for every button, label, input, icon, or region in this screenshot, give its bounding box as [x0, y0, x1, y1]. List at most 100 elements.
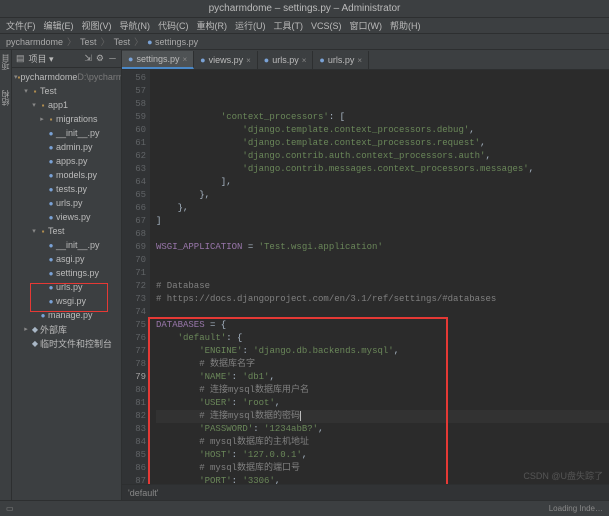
tree-row[interactable]: ● urls.py	[12, 196, 121, 210]
hide-icon[interactable]: －	[108, 52, 117, 65]
code-line[interactable]: # https://docs.djangoproject.com/en/3.1/…	[156, 293, 609, 306]
dir-icon: ▪	[46, 115, 56, 124]
close-icon[interactable]: ×	[246, 56, 251, 65]
tree-twisty-icon[interactable]: ▸	[22, 325, 30, 333]
breadcrumb-file[interactable]: ● settings.py	[147, 37, 198, 47]
py-icon: ●	[46, 241, 56, 250]
tree-row[interactable]: ● wsgi.py	[12, 294, 121, 308]
sidebar-title: 项目 ▾	[29, 52, 54, 65]
menu-bar: 文件(F) 编辑(E) 视图(V) 导航(N)代码(C) 重构(R)运行(U) 工具(T)…	[0, 18, 609, 34]
tree-row[interactable]: ▸◆ 外部库	[12, 322, 121, 336]
line-number: 76	[122, 332, 146, 345]
code-line[interactable]: },	[156, 202, 609, 215]
close-icon[interactable]: ×	[357, 56, 362, 65]
code-line[interactable]: WSGI_APPLICATION = 'Test.wsgi.applicatio…	[156, 241, 609, 254]
close-icon[interactable]: ×	[302, 56, 307, 65]
sidebar-header[interactable]: ▤ 项目 ▾ ⇲ ⚙ －	[12, 50, 121, 68]
menu-item[interactable]: 编辑(E)	[42, 19, 76, 32]
code-line[interactable]: 'django.contrib.auth.context_processors.…	[156, 150, 609, 163]
tree-row[interactable]: ▸▪ migrations	[12, 112, 121, 126]
line-number: 80	[122, 384, 146, 397]
tree-row[interactable]: ● tests.py	[12, 182, 121, 196]
tree-row[interactable]: ◆ 临时文件和控制台	[12, 336, 121, 350]
line-number: 82	[122, 410, 146, 423]
py-icon: ●	[46, 143, 56, 152]
code-line[interactable]: 'django.template.context_processors.debu…	[156, 124, 609, 137]
tree-label: settings.py	[56, 268, 99, 278]
breadcrumb-part[interactable]: Test	[80, 37, 97, 47]
menu-item[interactable]: 文件(F)	[4, 19, 38, 32]
code-line[interactable]: ]	[156, 215, 609, 228]
close-icon[interactable]: ×	[182, 55, 187, 64]
code-line[interactable]: DATABASES = {	[156, 319, 609, 332]
menu-item[interactable]: 重构(R)	[195, 19, 230, 32]
code-line[interactable]: 'USER': 'root',	[156, 397, 609, 410]
menu-item[interactable]: 帮助(H)	[388, 19, 423, 32]
tree-twisty-icon[interactable]: ▾	[22, 87, 30, 95]
tool-tab[interactable]: 项目	[0, 54, 11, 70]
breadcrumb-part[interactable]: Test	[114, 37, 131, 47]
project-sidebar: ▤ 项目 ▾ ⇲ ⚙ － ▾▪ pycharmdome D:\pycharmdo…	[12, 50, 122, 500]
code-line[interactable]: 'default': {	[156, 332, 609, 345]
tree-row[interactable]: ▾▪ pycharmdome D:\pycharmdome	[12, 70, 121, 84]
editor-tab[interactable]: ●views.py×	[194, 51, 258, 69]
tree-label: 外部库	[40, 323, 67, 336]
code-line[interactable]	[156, 306, 609, 319]
tree-row[interactable]: ● __init__.py	[12, 238, 121, 252]
tree-row[interactable]: ● settings.py	[12, 266, 121, 280]
tree-row[interactable]: ● apps.py	[12, 154, 121, 168]
code-line[interactable]: 'HOST': '127.0.0.1',	[156, 449, 609, 462]
code-line[interactable]	[156, 267, 609, 280]
code-editor[interactable]: 5657585960616263646566676869707172737475…	[122, 70, 609, 484]
tree-twisty-icon[interactable]: ▸	[38, 115, 46, 123]
tree-row[interactable]: ● models.py	[12, 168, 121, 182]
menu-item[interactable]: 窗口(W)	[348, 19, 385, 32]
code-line[interactable]	[156, 228, 609, 241]
line-number: 79	[122, 371, 146, 384]
tree-row[interactable]: ● views.py	[12, 210, 121, 224]
menu-item[interactable]: 工具(T)	[272, 19, 306, 32]
code-line[interactable]: 'django.contrib.messages.context_process…	[156, 163, 609, 176]
line-number: 87	[122, 475, 146, 484]
tree-row[interactable]: ● __init__.py	[12, 126, 121, 140]
code-line[interactable]: 'ENGINE': 'django.db.backends.mysql',	[156, 345, 609, 358]
tree-row[interactable]: ● admin.py	[12, 140, 121, 154]
menu-item[interactable]: 运行(U)	[233, 19, 268, 32]
project-tree[interactable]: ▾▪ pycharmdome D:\pycharmdome▾▪ Test▾▪ a…	[12, 68, 121, 500]
code-line[interactable]: # 连接mysql数据的密码	[156, 410, 609, 423]
menu-item[interactable]: 代码(C)	[156, 19, 191, 32]
tree-row[interactable]: ▾▪ Test	[12, 224, 121, 238]
breadcrumb-part[interactable]: pycharmdome	[6, 37, 63, 47]
line-number: 69	[122, 241, 146, 254]
tool-tab[interactable]: 结构	[0, 90, 11, 106]
editor-tab[interactable]: ●settings.py×	[122, 51, 194, 69]
menu-item[interactable]: VCS(S)	[309, 21, 344, 31]
tree-twisty-icon[interactable]: ▾	[30, 101, 38, 109]
code-line[interactable]	[156, 254, 609, 267]
code-line[interactable]: 'context_processors': [	[156, 111, 609, 124]
code-content[interactable]: 'context_processors': [ 'django.template…	[150, 70, 609, 484]
tree-twisty-icon[interactable]: ▾	[30, 227, 38, 235]
code-line[interactable]: # mysql数据库的主机地址	[156, 436, 609, 449]
code-line[interactable]: 'PASSWORD': '1234abB?',	[156, 423, 609, 436]
tree-row[interactable]: ● manage.py	[12, 308, 121, 322]
tree-row[interactable]: ▾▪ Test	[12, 84, 121, 98]
editor-tab[interactable]: ●urls.py×	[258, 51, 314, 69]
editor-tab[interactable]: ●urls.py×	[313, 51, 369, 69]
code-line[interactable]: # 连接mysql数据库用户名	[156, 384, 609, 397]
line-number: 86	[122, 462, 146, 475]
code-line[interactable]: # Database	[156, 280, 609, 293]
collapse-icon[interactable]: ⇲	[84, 53, 92, 64]
code-line[interactable]: 'django.template.context_processors.requ…	[156, 137, 609, 150]
code-line[interactable]: },	[156, 189, 609, 202]
code-line[interactable]: ],	[156, 176, 609, 189]
code-breadcrumb[interactable]: 'default'	[122, 484, 609, 500]
tree-row[interactable]: ▾▪ app1	[12, 98, 121, 112]
gear-icon[interactable]: ⚙	[96, 53, 104, 64]
tree-row[interactable]: ● urls.py	[12, 280, 121, 294]
menu-item[interactable]: 视图(V)	[80, 19, 114, 32]
tree-row[interactable]: ● asgi.py	[12, 252, 121, 266]
menu-item[interactable]: 导航(N)	[118, 19, 153, 32]
code-line[interactable]: # 数据库名字	[156, 358, 609, 371]
code-line[interactable]: 'NAME': 'db1',	[156, 371, 609, 384]
